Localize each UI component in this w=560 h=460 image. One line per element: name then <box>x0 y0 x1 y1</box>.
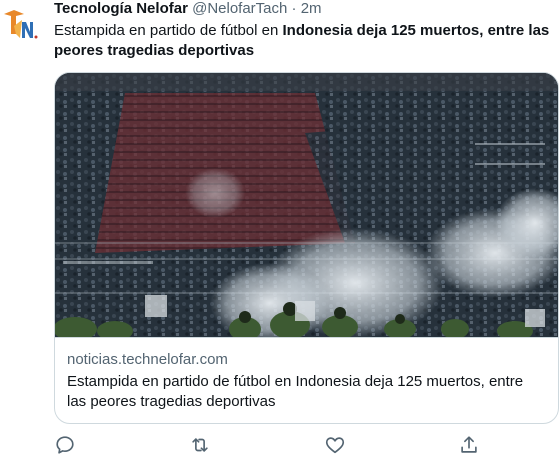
retweet-button[interactable] <box>189 434 211 456</box>
author-name[interactable]: Tecnología Nelofar <box>54 0 188 17</box>
author-handle[interactable]: @NelofarTach <box>192 0 287 17</box>
logo-icon <box>0 4 42 46</box>
reply-button[interactable] <box>54 434 76 456</box>
tweet-text: Estampida en partido de fútbol en Indone… <box>54 21 554 61</box>
share-icon <box>461 436 477 453</box>
card-image[interactable] <box>55 73 558 337</box>
separator-dot: · <box>291 0 297 17</box>
tweet-time[interactable]: 2m <box>301 0 322 17</box>
avatar[interactable] <box>0 4 42 46</box>
card-domain: noticias.technelofar.com <box>67 351 228 368</box>
share-button[interactable] <box>458 434 480 456</box>
like-button[interactable] <box>324 434 346 456</box>
card-meta: noticias.technelofar.com Estampida en pa… <box>55 337 558 423</box>
retweet-icon <box>192 438 208 452</box>
tweet-text-part: Estampida en partido de fútbol en <box>54 22 283 39</box>
reply-icon <box>56 436 74 454</box>
link-card[interactable]: noticias.technelofar.com Estampida en pa… <box>54 72 559 424</box>
tweet-actions <box>54 434 484 456</box>
card-title: Estampida en partido de fútbol en Indone… <box>67 373 524 410</box>
stadium-photo <box>55 73 558 337</box>
heart-icon <box>325 437 345 454</box>
tweet-header: Tecnología Nelofar @NelofarTach · 2m <box>54 0 554 18</box>
